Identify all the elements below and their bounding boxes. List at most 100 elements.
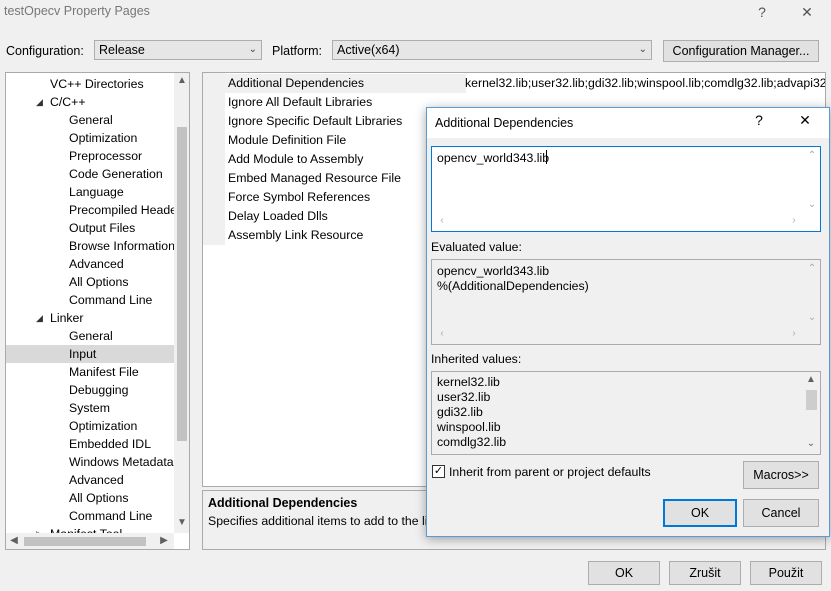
- platform-select-value: Active(x64): [337, 43, 400, 57]
- configuration-select[interactable]: Release ⌄: [94, 40, 262, 60]
- tree-item-label: Output Files: [69, 221, 136, 235]
- tree-item[interactable]: Input: [6, 345, 174, 363]
- scroll-down-icon[interactable]: ⌄: [804, 312, 820, 323]
- tree-item[interactable]: All Options: [6, 489, 174, 507]
- tree-item-label: C/C++: [50, 95, 86, 109]
- tree-item-label: Command Line: [69, 293, 153, 307]
- dependencies-input-text: opencv_world343.lib: [437, 151, 550, 165]
- scroll-down-icon[interactable]: ⌄: [804, 199, 820, 210]
- inherited-line: user32.lib: [437, 390, 491, 404]
- inherited-scrollbar[interactable]: ▲ ⌄: [803, 372, 820, 454]
- tree-item-label: Embedded IDL: [69, 437, 152, 451]
- tree-item[interactable]: Command Line: [6, 291, 174, 309]
- scroll-up-icon[interactable]: ▲: [803, 374, 819, 385]
- macros-button[interactable]: Macros>>: [743, 461, 819, 489]
- tree-item-label: Optimization: [69, 131, 138, 145]
- tree-item-label: Browse Information: [69, 239, 174, 253]
- tree-item[interactable]: Code Generation: [6, 165, 174, 183]
- tree-item[interactable]: Windows Metadata: [6, 453, 174, 471]
- tree-item[interactable]: General: [6, 111, 174, 129]
- inherit-checkbox-label[interactable]: Inherit from parent or project defaults: [449, 465, 651, 479]
- tree-item-label: Command Line: [69, 509, 153, 523]
- cancel-button[interactable]: Zrušit: [669, 561, 741, 585]
- inherited-scroll-thumb[interactable]: [806, 390, 817, 410]
- scroll-right-icon[interactable]: ›: [786, 215, 802, 226]
- tree-item[interactable]: Browse Information: [6, 237, 174, 255]
- tree-item[interactable]: Advanced: [6, 255, 174, 273]
- tree-item-label: Precompiled Heade: [69, 203, 174, 217]
- dialog-cancel-button[interactable]: Cancel: [743, 499, 819, 527]
- tree-item[interactable]: ◢ Linker: [6, 309, 174, 327]
- close-icon: ✕: [799, 112, 811, 128]
- evaluated-line: opencv_world343.lib: [437, 264, 550, 278]
- tree-item-label: All Options: [69, 491, 129, 505]
- tree-item[interactable]: VC++ Directories: [6, 75, 174, 93]
- tree-hscroll-thumb[interactable]: [24, 537, 146, 546]
- tree-scroll-thumb[interactable]: [177, 127, 187, 441]
- tree-item[interactable]: System: [6, 399, 174, 417]
- tree-vertical-scrollbar[interactable]: ▲ ▼: [174, 73, 189, 533]
- expand-arrow-icon[interactable]: ◢: [36, 309, 43, 327]
- inherited-line: comdlg32.lib: [437, 435, 507, 449]
- scroll-left-icon[interactable]: ◀: [6, 535, 22, 546]
- configuration-label: Configuration:: [6, 44, 84, 58]
- tree-item[interactable]: Language: [6, 183, 174, 201]
- platform-select[interactable]: Active(x64) ⌄: [332, 40, 652, 60]
- tree-item[interactable]: Debugging: [6, 381, 174, 399]
- inherited-line: kernel32.lib: [437, 375, 500, 389]
- tree-item[interactable]: ▷ Manifest Tool: [6, 525, 174, 533]
- help-button[interactable]: ?: [748, 2, 776, 22]
- collapsed-arrow-icon[interactable]: ▷: [36, 525, 43, 533]
- scroll-up-icon[interactable]: ⌃: [804, 263, 820, 274]
- scroll-right-icon[interactable]: ›: [786, 328, 802, 339]
- tree-item-label: Windows Metadata: [69, 455, 174, 469]
- tree-item-label: System: [69, 401, 110, 415]
- inherited-line: winspool.lib: [437, 420, 501, 434]
- dialog-help-button[interactable]: ?: [745, 112, 773, 132]
- dialog-title-bar: Additional Dependencies ? ✕: [427, 108, 829, 138]
- ok-button[interactable]: OK: [588, 561, 660, 585]
- tree-item[interactable]: Advanced: [6, 471, 174, 489]
- inherit-checkbox[interactable]: ✓: [432, 465, 445, 478]
- tree-item-label: Optimization: [69, 419, 138, 433]
- apply-button[interactable]: Použit: [750, 561, 822, 585]
- tree-item[interactable]: Preprocessor: [6, 147, 174, 165]
- tree-item[interactable]: General: [6, 327, 174, 345]
- property-value[interactable]: kernel32.lib;user32.lib;gdi32.lib;winspo…: [465, 74, 825, 93]
- tree-item[interactable]: Optimization: [6, 129, 174, 147]
- property-grid-margin: [203, 73, 225, 245]
- evaluated-value-label: Evaluated value:: [431, 240, 522, 254]
- tree-horizontal-scrollbar[interactable]: ◀ ▶: [6, 533, 174, 549]
- text-caret: [546, 150, 547, 164]
- tree-item-label: Debugging: [69, 383, 129, 397]
- tree-item[interactable]: ◢ C/C++: [6, 93, 174, 111]
- close-icon: ✕: [801, 4, 813, 20]
- tree-item[interactable]: Output Files: [6, 219, 174, 237]
- dialog-ok-button[interactable]: OK: [663, 499, 737, 527]
- tree-item[interactable]: Optimization: [6, 417, 174, 435]
- scroll-up-icon[interactable]: ⌃: [804, 150, 820, 161]
- tree-item[interactable]: Embedded IDL: [6, 435, 174, 453]
- tree-item[interactable]: Precompiled Heade: [6, 201, 174, 219]
- configuration-manager-button[interactable]: Configuration Manager...: [663, 40, 819, 62]
- additional-dependencies-dialog: Additional Dependencies ? ✕ opencv_world…: [426, 107, 830, 537]
- close-button[interactable]: ✕: [793, 2, 821, 22]
- scroll-right-icon[interactable]: ▶: [156, 535, 172, 546]
- scroll-left-icon[interactable]: ‹: [434, 215, 450, 226]
- dialog-close-button[interactable]: ✕: [791, 112, 819, 132]
- tree-item-label: Advanced: [69, 257, 124, 271]
- chevron-down-icon: ⌄: [248, 44, 257, 55]
- tree-item[interactable]: Manifest File: [6, 363, 174, 381]
- tree-item[interactable]: Command Line: [6, 507, 174, 525]
- scroll-down-icon[interactable]: ⌄: [803, 438, 819, 449]
- scroll-up-icon[interactable]: ▲: [174, 75, 189, 86]
- description-title: Additional Dependencies: [208, 496, 358, 510]
- help-icon: ?: [758, 4, 766, 20]
- scroll-left-icon[interactable]: ‹: [434, 328, 450, 339]
- expand-arrow-icon[interactable]: ◢: [36, 93, 43, 111]
- property-name[interactable]: Additional Dependencies: [225, 74, 466, 93]
- inherited-values-box: kernel32.lib user32.lib gdi32.lib winspool.…: [431, 371, 821, 455]
- dependencies-input[interactable]: opencv_world343.lib ⌃ ⌄ ‹ ›: [431, 146, 821, 232]
- tree-item[interactable]: All Options: [6, 273, 174, 291]
- scroll-down-icon[interactable]: ▼: [174, 517, 189, 528]
